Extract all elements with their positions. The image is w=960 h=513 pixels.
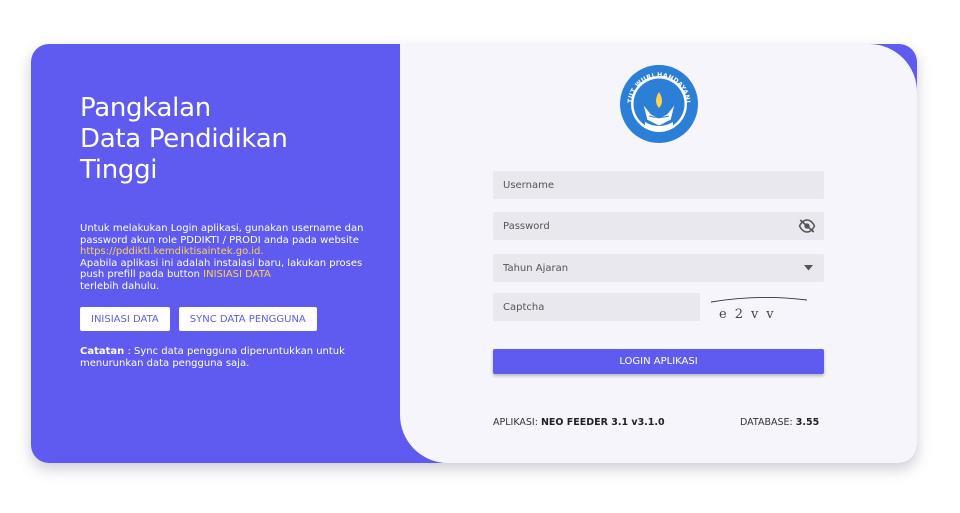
captcha-image[interactable]: e2vv <box>711 296 807 324</box>
database-version: DATABASE: 3.55 <box>740 417 819 428</box>
inisiasi-data-button[interactable]: INISIASI DATA <box>80 307 170 331</box>
login-form-panel: TUT WURI HANDAYANI Username Password Tah… <box>400 44 917 463</box>
login-button[interactable]: LOGIN APLIKASI <box>493 349 824 374</box>
tahun-ajaran-placeholder: Tahun Ajaran <box>503 262 569 274</box>
tahun-ajaran-select[interactable]: Tahun Ajaran <box>493 254 824 282</box>
app-version-label: APLIKASI: <box>493 417 538 428</box>
password-input[interactable]: Password <box>493 212 824 240</box>
action-buttons: INISIASI DATA SYNC DATA PENGGUNA <box>80 307 317 331</box>
title-line-1: Pangkalan <box>80 93 211 123</box>
login-card: Pangkalan Data Pendidikan Tinggi Untuk m… <box>31 44 917 463</box>
database-version-value: 3.55 <box>795 417 820 428</box>
title-line-3: Tinggi <box>80 155 158 185</box>
database-version-label: DATABASE: <box>740 417 793 428</box>
note-label: Catatan <box>80 346 125 357</box>
username-input[interactable]: Username <box>493 171 824 199</box>
button-reference: INISIASI DATA <box>203 269 271 280</box>
app-version: APLIKASI: NEO FEEDER 3.1 v3.1.0 <box>493 417 665 428</box>
password-placeholder: Password <box>503 220 550 232</box>
caret-down-icon <box>804 265 813 271</box>
captcha-input[interactable]: Captcha <box>493 293 700 321</box>
app-version-value: NEO FEEDER 3.1 v3.1.0 <box>540 417 665 428</box>
title-line-2: Data Pendidikan <box>80 124 288 154</box>
tut-wuri-handayani-logo: TUT WURI HANDAYANI <box>620 65 698 143</box>
website-link[interactable]: https://pddikti.kemdiktisaintek.go.id. <box>80 246 264 257</box>
page-title: Pangkalan Data Pendidikan Tinggi <box>80 93 288 186</box>
info-panel: Pangkalan Data Pendidikan Tinggi Untuk m… <box>31 44 401 463</box>
sync-data-pengguna-button[interactable]: SYNC DATA PENGGUNA <box>178 307 317 331</box>
instructions-text-1: Untuk melakukan Login aplikasi, gunakan … <box>80 223 364 246</box>
note: Catatan : Sync data pengguna diperuntukk… <box>80 346 400 369</box>
svg-text:e2vv: e2vv <box>719 307 782 322</box>
eye-off-icon[interactable] <box>798 218 816 234</box>
instructions-text-3: terlebih dahulu. <box>80 280 160 292</box>
login-instructions: Untuk melakukan Login aplikasi, gunakan … <box>80 223 380 292</box>
